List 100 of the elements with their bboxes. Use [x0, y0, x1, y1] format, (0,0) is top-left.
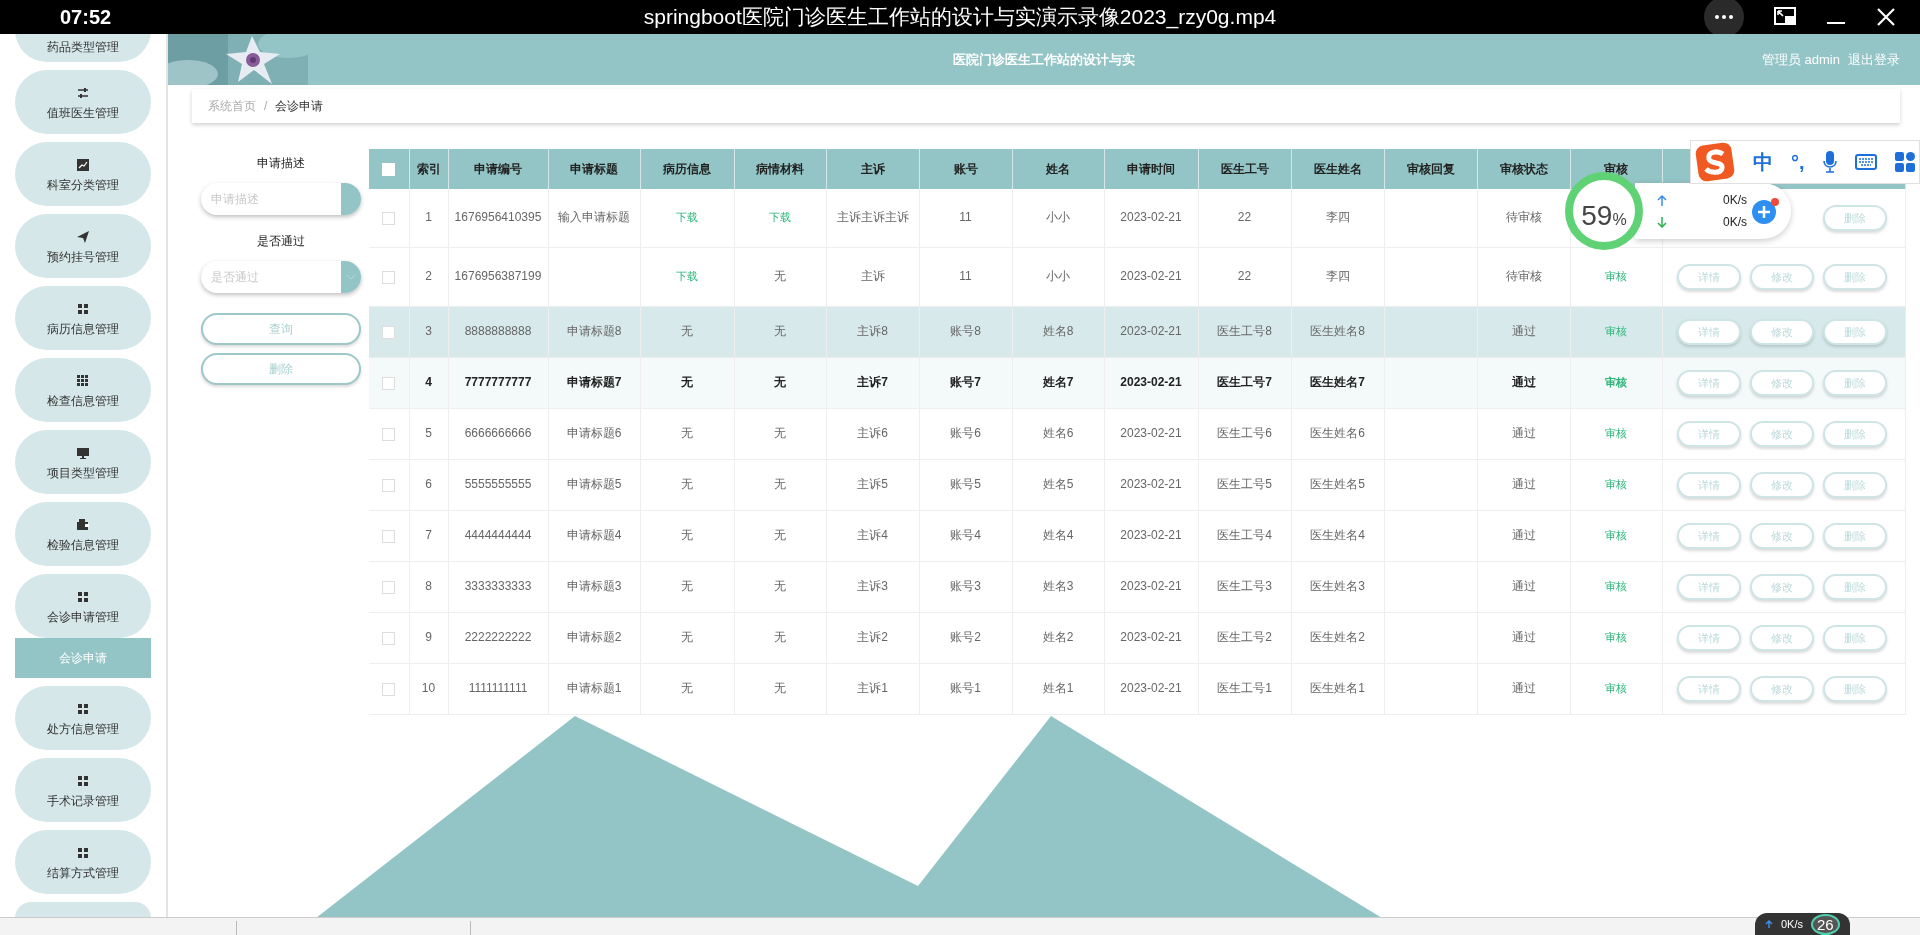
row-action-button[interactable]: 删除	[1823, 574, 1887, 600]
row-action-button[interactable]: 修改	[1750, 319, 1814, 345]
table-cell: 通过	[1511, 375, 1536, 390]
table-link[interactable]: 审核	[1605, 631, 1627, 644]
plus-icon[interactable]	[1751, 197, 1781, 225]
sidebar-item[interactable]: 手术记录管理	[15, 758, 151, 822]
row-action-button[interactable]: 修改	[1750, 472, 1814, 498]
row-checkbox[interactable]	[382, 478, 396, 492]
row-action-button[interactable]: 删除	[1823, 205, 1887, 231]
logout-link[interactable]: 退出登录	[1848, 50, 1900, 69]
row-action-button[interactable]: 删除	[1823, 676, 1887, 702]
breadcrumb-link[interactable]: 系统首页	[208, 97, 256, 115]
table-cell: 1	[425, 210, 432, 225]
table-link[interactable]: 下载	[676, 211, 698, 224]
table-cell: 医生工号5	[1217, 477, 1272, 492]
row-action-button[interactable]: 删除	[1823, 625, 1887, 651]
table-link[interactable]: 审核	[1605, 529, 1627, 542]
table-link[interactable]: 审核	[1605, 478, 1627, 491]
table-cell: 22	[1237, 210, 1252, 225]
table-link[interactable]: 审核	[1605, 376, 1627, 389]
row-checkbox[interactable]	[382, 682, 396, 696]
table-link[interactable]: 下载	[769, 211, 791, 224]
table-link[interactable]: 审核	[1605, 270, 1627, 283]
ime-punctuation[interactable]: °,	[1791, 150, 1805, 174]
table-cell: 2222222222	[464, 630, 532, 645]
table-cell: 无	[774, 324, 786, 339]
table-cell: 医生工号8	[1217, 324, 1272, 339]
table-link[interactable]: 审核	[1605, 325, 1627, 338]
row-action-button[interactable]: 修改	[1750, 370, 1814, 396]
row-action-button[interactable]: 删除	[1823, 370, 1887, 396]
row-action-button[interactable]: 修改	[1750, 625, 1814, 651]
table-cell: 2023-02-21	[1120, 375, 1182, 390]
table-cell: 申请标题5	[566, 477, 622, 492]
row-action-button[interactable]: 删除	[1823, 319, 1887, 345]
close-icon[interactable]	[1876, 7, 1896, 27]
table-cell: 医生工号1	[1217, 681, 1272, 696]
row-checkbox[interactable]	[382, 427, 396, 441]
keyboard-icon[interactable]	[1854, 154, 1877, 170]
app-title: 医院门诊医生工作站的设计与实	[953, 50, 1135, 69]
row-checkbox[interactable]	[382, 376, 396, 390]
grid4-icon	[77, 702, 89, 715]
row-action-button[interactable]: 修改	[1750, 421, 1814, 447]
table-cell: 无	[774, 630, 786, 645]
sidebar-item[interactable]: 会诊申请管理	[15, 574, 151, 638]
picture-in-picture-icon[interactable]	[1774, 7, 1796, 27]
delete-button[interactable]: 删除	[201, 353, 361, 385]
table-cell: 账号3	[950, 579, 981, 594]
table-cell: 无	[774, 426, 786, 441]
table-link[interactable]: 审核	[1605, 682, 1627, 695]
player-clock: 07:52	[60, 5, 112, 29]
query-button[interactable]: 查询	[201, 313, 361, 345]
sidebar-item[interactable]: 结算方式管理	[15, 830, 151, 894]
breadcrumb-link[interactable]: 会诊申请	[275, 97, 324, 115]
ime-logo-icon[interactable]	[1695, 142, 1735, 182]
select-all-checkbox[interactable]	[382, 163, 396, 177]
sidebar-item[interactable]	[15, 902, 151, 918]
table-cell: 无	[774, 269, 786, 284]
table-cell: 姓名5	[1042, 477, 1074, 492]
more-icon[interactable]	[1704, 0, 1744, 37]
table-cell: 2023-02-21	[1120, 528, 1182, 543]
column-header: 索引	[416, 161, 441, 176]
sidebar-subitem[interactable]: 会诊申请	[15, 638, 151, 678]
table-link[interactable]: 审核	[1605, 427, 1627, 440]
sidebar-item[interactable]: 处方信息管理	[15, 686, 151, 750]
grid-icon[interactable]	[1894, 152, 1915, 172]
row-action-button[interactable]: 删除	[1823, 472, 1887, 498]
table-cell: 2023-02-21	[1120, 579, 1182, 594]
sidebar-item[interactable]: 药品类型管理	[15, 34, 151, 62]
table-link[interactable]: 下载	[676, 270, 698, 283]
microphone-icon[interactable]	[1822, 151, 1837, 173]
sidebar-item[interactable]: 病历信息管理	[15, 286, 151, 350]
dropdown-toggle[interactable]	[341, 261, 361, 293]
row-action-button[interactable]: 删除	[1823, 421, 1887, 447]
row-action-button[interactable]: 修改	[1750, 523, 1814, 549]
row-checkbox[interactable]	[382, 211, 396, 225]
sidebar-item[interactable]: 预约挂号管理	[15, 214, 151, 278]
plane-icon	[77, 230, 89, 243]
sidebar-item[interactable]: 项目类型管理	[15, 430, 151, 494]
row-action-button[interactable]: 修改	[1750, 264, 1814, 290]
row-action-button[interactable]: 修改	[1750, 676, 1814, 702]
table-cell: 医生工号2	[1217, 630, 1272, 645]
sidebar-item[interactable]: 科室分类管理	[15, 142, 151, 206]
table-cell: 9	[425, 630, 432, 645]
sidebar-item[interactable]: 检查信息管理	[15, 358, 151, 422]
sidebar-item[interactable]: 值班医生管理	[15, 70, 151, 134]
table-cell: 医生姓名8	[1310, 324, 1365, 339]
row-checkbox[interactable]	[382, 580, 396, 594]
row-checkbox[interactable]	[382, 325, 396, 339]
table-link[interactable]: 审核	[1605, 580, 1627, 593]
row-action-button[interactable]: 删除	[1823, 523, 1887, 549]
row-action-button[interactable]: 删除	[1823, 264, 1887, 290]
table-cell: 无	[681, 426, 693, 441]
row-checkbox[interactable]	[382, 270, 396, 284]
row-action-button[interactable]: 修改	[1750, 574, 1814, 600]
sidebar-item[interactable]: 检验信息管理	[15, 502, 151, 566]
row-checkbox[interactable]	[382, 631, 396, 645]
row-checkbox[interactable]	[382, 529, 396, 543]
table-cell: 主诉主诉主诉	[836, 210, 909, 225]
column-header: 申请编号	[474, 161, 522, 176]
ime-language[interactable]: 中	[1753, 148, 1773, 176]
